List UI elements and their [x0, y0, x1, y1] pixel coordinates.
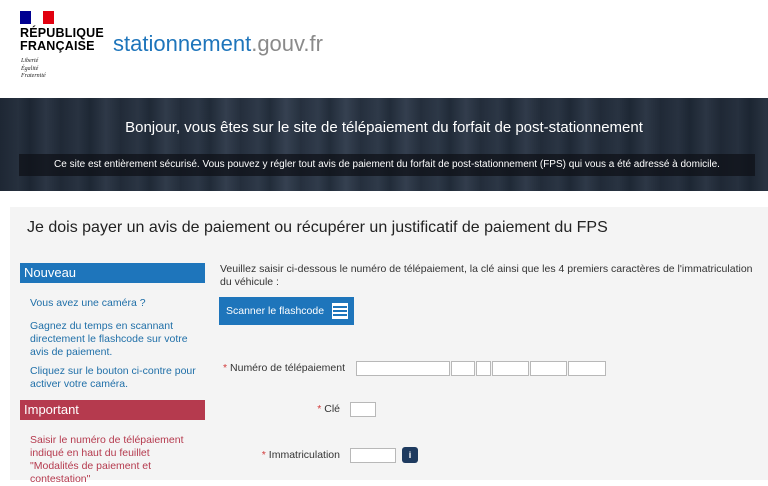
republique-francaise-logo: RÉPUBLIQUE FRANÇAISE — [20, 26, 104, 53]
nouveau-heading: Nouveau — [20, 263, 205, 283]
site-header: RÉPUBLIQUE FRANÇAISE Liberté Égalité Fra… — [0, 0, 768, 98]
important-heading: Important — [20, 400, 205, 420]
important-note: Saisir le numéro de télépaiement indiqué… — [30, 434, 184, 485]
page-title: Je dois payer un avis de paiement ou réc… — [27, 219, 608, 236]
numero-input-3[interactable] — [476, 361, 491, 376]
site-name-link[interactable]: stationnement.gouv.fr — [113, 31, 323, 57]
camera-question: Vous avez une caméra ? — [30, 297, 146, 309]
numero-input-1[interactable] — [356, 361, 450, 376]
devise: Liberté Égalité Fraternité — [21, 58, 46, 79]
french-flag-logo — [20, 11, 54, 24]
info-icon[interactable]: i — [402, 447, 418, 463]
form-instructions: Veuillez saisir ci-dessous le numéro de … — [220, 263, 753, 288]
numero-input-5[interactable] — [530, 361, 567, 376]
hero-banner: Bonjour, vous êtes sur le site de télépa… — [0, 98, 768, 191]
numero-label: * Numéro de télépaiement — [223, 362, 345, 374]
immatriculation-label: * Immatriculation — [261, 449, 340, 461]
immatriculation-input[interactable] — [350, 448, 396, 463]
numero-input-6[interactable] — [568, 361, 606, 376]
security-note: Ce site est entièrement sécurisé. Vous p… — [19, 154, 755, 176]
cle-input[interactable] — [350, 402, 376, 417]
scan-button-label: Scanner le flashcode — [226, 305, 325, 317]
camera-instruction: Cliquez sur le bouton ci-contre pour act… — [30, 365, 196, 390]
banner-title: Bonjour, vous êtes sur le site de télépa… — [125, 119, 643, 136]
numero-input-4[interactable] — [492, 361, 529, 376]
scan-flashcode-button[interactable]: Scanner le flashcode — [219, 297, 354, 325]
numero-input-2[interactable] — [451, 361, 475, 376]
qr-code-icon — [332, 303, 348, 319]
scan-tip: Gagnez du temps en scannant directement … — [30, 320, 188, 358]
cle-label: * Clé — [317, 403, 340, 415]
